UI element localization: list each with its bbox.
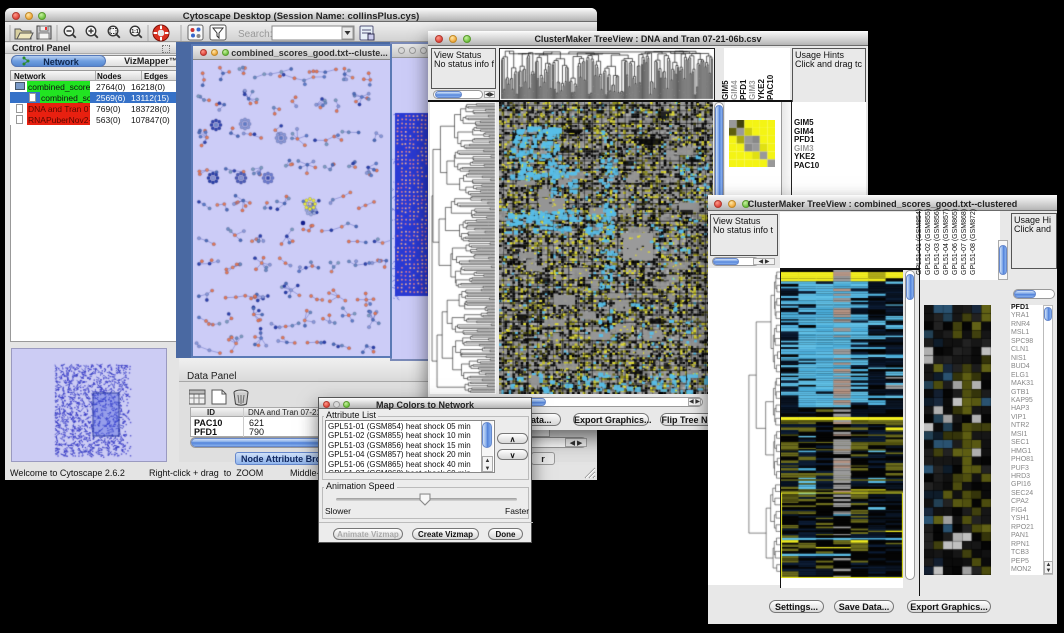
svg-text:1:1: 1:1 xyxy=(131,29,138,35)
svg-text:Search:: Search: xyxy=(238,29,272,40)
